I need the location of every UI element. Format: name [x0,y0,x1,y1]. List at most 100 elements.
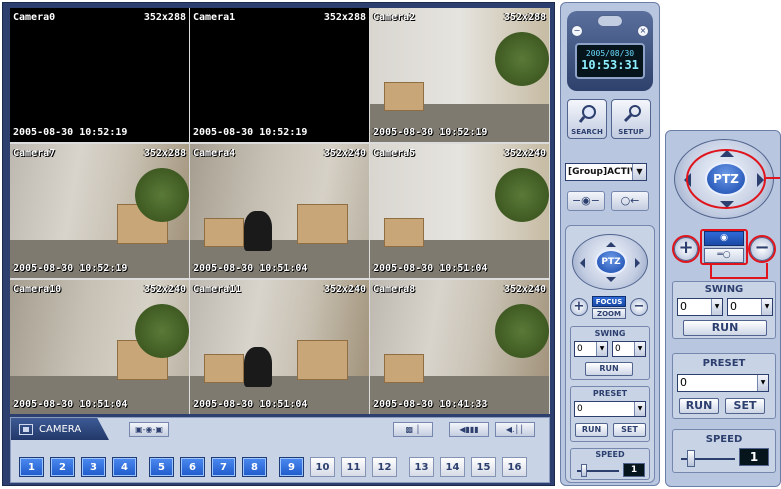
group-select[interactable]: [Group]ACTIV ▼ [565,163,647,181]
camera-tile[interactable]: Camera5 352x240 2005-08-30 10:51:04 [370,144,549,278]
channel-button-10[interactable]: 10 [310,457,335,477]
zoom-swing-run-button[interactable]: RUN [683,320,767,336]
scene-detail [495,168,549,222]
channel-button-4[interactable]: 4 [112,457,137,477]
chevron-down-icon: ▼ [757,375,768,391]
audio-in-icon[interactable]: ◀▮▮▮ [449,422,489,437]
setup-button[interactable]: SETUP [611,99,651,139]
scene-detail [297,204,348,245]
connect-out-button[interactable]: ○← [611,191,649,211]
highlight-pointer [710,265,712,277]
camera-resolution: 352x240 [323,284,366,295]
highlight-pointer [766,263,768,279]
clock-time: 10:53:31 [581,58,639,72]
camera-tile[interactable]: Camera4 352x240 2005-08-30 10:51:04 [190,144,369,278]
channel-button-13[interactable]: 13 [409,457,434,477]
viewer-window: Camera0 352x288 2005-08-30 10:52:19 Camera1… [2,2,555,486]
preset-select[interactable]: 0 ▼ [574,401,646,417]
camera-resolution: 352x240 [143,284,186,295]
camera-tab-label: CAMERA [39,423,82,435]
search-button[interactable]: SEARCH [567,99,607,139]
swing-end-value: 0 [615,344,621,354]
scene-detail [243,347,273,388]
channel-button-6[interactable]: 6 [180,457,205,477]
channel-button-14[interactable]: 14 [440,457,465,477]
zoom-preset-run-button[interactable]: RUN [679,398,719,414]
zoom-plus-button[interactable]: + [570,298,588,316]
record-user-icon[interactable]: ▩ │ [393,422,433,437]
channel-button-row: 1 2 3 4 5 6 7 8 9 10 11 12 13 14 15 16 [19,457,533,477]
camera-tile[interactable]: Camera7 352x288 2005-08-30 10:52:19 [10,144,189,278]
close-icon[interactable]: × [637,25,649,37]
channel-button-12[interactable]: 12 [372,457,397,477]
speed-slider-knob[interactable] [581,464,587,477]
channel-button-5[interactable]: 5 [149,457,174,477]
clock-display: 2005/08/30 10:53:31 [575,43,645,79]
audio-out-icon[interactable]: ◀.││ [495,422,535,437]
pan-up-icon[interactable] [606,237,616,247]
camera-resolution: 352x240 [503,148,546,159]
zoom-speed-value: 1 [739,448,769,466]
channel-button-1[interactable]: 1 [19,457,44,477]
highlight-pointer [766,177,780,179]
preset-run-button[interactable]: RUN [575,423,608,437]
channel-button-15[interactable]: 15 [471,457,496,477]
camera-tile[interactable]: Camera2 352x288 2005-08-30 10:52:19 [370,8,549,142]
ptz-zoom-panel: PTZ + ◉ ═○ − SWING 0 ▼ 0 ▼ RUN PRESET 0 ▼ R… [665,130,781,487]
focus-button[interactable]: FOCUS [592,296,626,307]
channel-button-9[interactable]: 9 [279,457,304,477]
highlight-ring [748,235,776,263]
camera-name: Camera2 [373,12,416,23]
camera-tile[interactable]: Camera1 352x288 2005-08-30 10:52:19 [190,8,369,142]
zoom-speed-title: SPEED [705,434,743,445]
swing-run-button[interactable]: RUN [585,362,633,376]
scene-detail [204,217,244,248]
chevron-down-icon: ▼ [632,164,646,180]
ptz-direction-pad[interactable]: PTZ [572,234,648,290]
camera-timestamp: 2005-08-30 10:52:19 [13,263,128,274]
zoom-button[interactable]: ZOOM [592,308,626,319]
camera-resolution: 352x240 [323,148,366,159]
pan-right-icon[interactable] [635,258,645,268]
camera-link-icon[interactable]: ▣-◉-▣ [129,422,169,437]
preset-title: PRESET [592,389,628,398]
pan-left-icon[interactable] [575,258,585,268]
minimize-icon[interactable]: − [571,25,583,37]
scene-detail [135,168,189,222]
preset-value: 0 [577,404,583,414]
zoom-speed-slider-knob[interactable] [687,450,695,467]
zoom-preset-select[interactable]: 0 ▼ [677,374,769,392]
highlight-ring [672,235,700,263]
highlight-pointer [710,277,768,279]
channel-button-16[interactable]: 16 [502,457,527,477]
zoom-preset-set-button[interactable]: SET [725,398,765,414]
camera-name: Camera8 [373,284,416,295]
camera-resolution: 352x288 [323,12,366,23]
channel-button-7[interactable]: 7 [211,457,236,477]
pan-down-icon[interactable] [606,277,616,287]
ptz-center-button[interactable]: PTZ [595,249,627,275]
camera-tile[interactable]: Camera0 352x288 2005-08-30 10:52:19 [10,8,189,142]
camera-tile[interactable]: Camera11 352x240 2005-08-30 10:51:04 [190,280,369,414]
zoom-swing-start-value: 0 [680,300,687,313]
camera-tile[interactable]: Camera8 352x240 2005-08-30 10:41:33 [370,280,549,414]
zoom-swing-start-select[interactable]: 0 ▼ [677,298,723,316]
zoom-minus-button[interactable]: − [630,298,648,316]
channel-button-2[interactable]: 2 [50,457,75,477]
zoom-swing-end-select[interactable]: 0 ▼ [727,298,773,316]
camera-tab[interactable]: CAMERA [11,418,109,440]
chevron-down-icon: ▼ [634,402,645,416]
channel-button-3[interactable]: 3 [81,457,106,477]
channel-button-11[interactable]: 11 [341,457,366,477]
camera-name: Camera7 [13,148,56,159]
camera-tile[interactable]: Camera10 352x240 2005-08-30 10:51:04 [10,280,189,414]
swing-end-select[interactable]: 0 ▼ [612,341,646,357]
camera-grid: Camera0 352x288 2005-08-30 10:52:19 Camera1… [10,8,550,414]
camera-resolution: 352x288 [143,12,186,23]
swing-start-select[interactable]: 0 ▼ [574,341,608,357]
channel-button-8[interactable]: 8 [242,457,267,477]
connect-in-button[interactable]: −◉− [567,191,605,211]
camera-resolution: 352x288 [143,148,186,159]
clock-module: − × 2005/08/30 10:53:31 [567,11,653,91]
preset-set-button[interactable]: SET [613,423,646,437]
